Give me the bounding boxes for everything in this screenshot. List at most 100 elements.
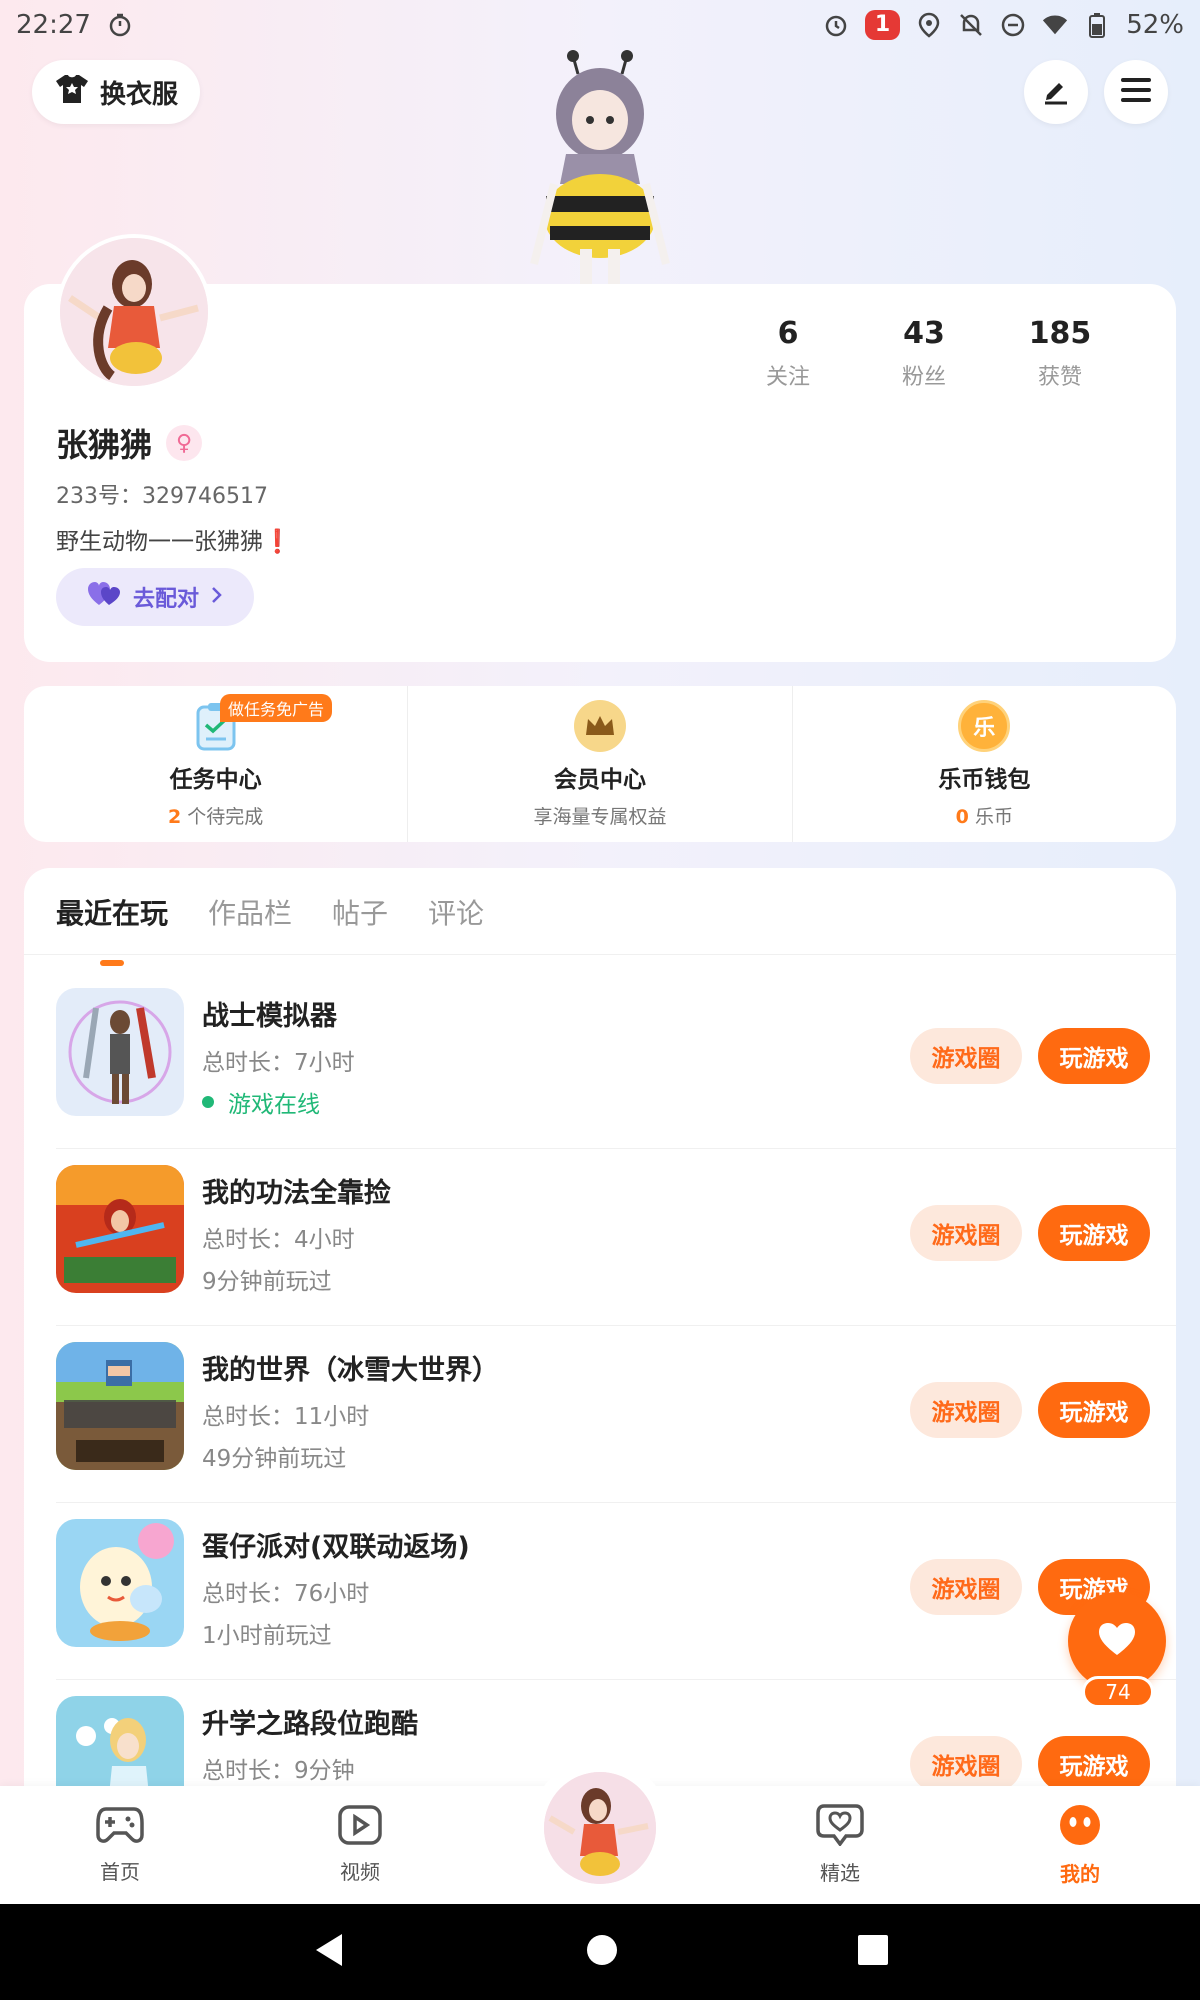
profile-avatar[interactable] [56,234,212,390]
play-game-button[interactable]: 玩游戏 [1038,1736,1150,1792]
match-button[interactable]: 去配对 [56,568,254,626]
stat-likes-value: 185 [1028,316,1092,351]
membership-center[interactable]: 会员中心 享海量专属权益 [407,686,791,842]
game-duration: 总时长：4小时 [202,1227,355,1253]
battery-percent: 52% [1126,10,1184,40]
back-icon[interactable] [312,1932,346,1972]
dnd-icon [1000,12,1026,38]
game-info: 升学之路段位跑酷 总时长：9分钟 [202,1702,418,1785]
outfit-button[interactable]: 换衣服 [32,60,201,124]
nav-video[interactable]: 视频 [240,1786,480,1904]
coin-count: 0 [955,805,969,828]
task-center[interactable]: 做任务免广告 任务中心 2 个待完成 [24,686,407,842]
online-dot-icon [202,1096,214,1108]
profile-tabs: 最近在玩 作品栏 帖子 评论 [56,892,484,932]
task-count: 2 [168,805,182,828]
nav-me[interactable]: 我的 [960,1786,1200,1904]
nav-home-label: 首页 [100,1860,140,1884]
battery-icon [1084,12,1110,38]
stat-following[interactable]: 6 关注 [720,316,856,391]
stat-followers-label: 粉丝 [901,365,946,390]
game-info: 我的世界（冰雪大世界） 总时长：11小时 49分钟前玩过 [202,1348,499,1473]
android-nav-bar [0,1904,1200,2000]
game-name: 蛋仔派对(双联动返场) [202,1532,470,1563]
game-status-text: 游戏在线 [228,1092,320,1118]
outfit-label: 换衣服 [100,79,179,110]
game-circle-button[interactable]: 游戏圈 [910,1205,1022,1261]
stat-following-label: 关注 [765,365,810,390]
task-count-suffix: 个待完成 [181,805,264,828]
membership-title: 会员中心 [553,766,646,793]
wifi-icon [1042,12,1068,38]
game-row[interactable]: 我的世界（冰雪大世界） 总时长：11小时 49分钟前玩过 游戏圈 玩游戏 [56,1326,1176,1503]
game-icon-minecraft[interactable] [56,1342,184,1470]
game-duration: 总时长：11小时 [202,1404,370,1430]
status-bar: 22:27 1 52% [0,0,1200,50]
nav-me-label: 我的 [1060,1862,1100,1886]
tab-recent-play[interactable]: 最近在玩 [56,892,168,932]
stat-likes-label: 获赞 [1037,365,1082,390]
stat-followers[interactable]: 43 粉丝 [856,316,992,391]
tab-works[interactable]: 作品栏 [208,892,292,932]
game-row[interactable]: 蛋仔派对(双联动返场) 总时长：76小时 1小时前玩过 游戏圈 玩游戏 [56,1503,1176,1680]
game-name: 我的世界（冰雪大世界） [202,1355,499,1386]
recents-square-icon[interactable] [858,1935,888,1969]
like-count: 74 [1082,1676,1154,1708]
avatar-character-figure[interactable] [528,44,672,284]
username: 张狒狒 [56,426,153,464]
stat-followers-value: 43 [903,316,945,351]
game-icon-warrior[interactable] [56,988,184,1116]
edit-button[interactable] [1024,60,1088,124]
hamburger-icon [1121,77,1151,107]
game-icon-eggy-party[interactable] [56,1519,184,1647]
game-row[interactable]: 我的功法全靠捡 总时长：4小时 9分钟前玩过 游戏圈 玩游戏 [56,1149,1176,1326]
tab-posts[interactable]: 帖子 [332,892,388,932]
game-info: 蛋仔派对(双联动返场) 总时长：76小时 1小时前玩过 [202,1525,470,1650]
username-row: 张狒狒 ♀ [56,420,203,466]
game-circle-button[interactable]: 游戏圈 [910,1559,1022,1615]
shirt-icon [54,73,90,112]
nav-featured[interactable]: 精选 [720,1786,960,1904]
game-name: 战士模拟器 [202,1001,337,1032]
wallet-title: 乐币钱包 [938,766,1031,793]
game-status: 1小时前玩过 [202,1623,332,1649]
membership-sub: 享海量专属权益 [533,805,667,828]
game-circle-button[interactable]: 游戏圈 [910,1736,1022,1792]
game-info: 战士模拟器 总时长：7小时 游戏在线 [202,994,355,1119]
coin-wallet[interactable]: 乐 乐币钱包 0 乐币 [791,686,1176,842]
female-icon: ♀ [166,425,203,461]
user-id: 233号：329746517 [56,484,268,509]
game-circle-button[interactable]: 游戏圈 [910,1028,1022,1084]
game-status: 游戏在线 [202,1085,355,1119]
coin-icon-text: 乐 [973,715,996,741]
game-name: 升学之路段位跑酷 [202,1709,418,1740]
game-icon-kungfu[interactable] [56,1165,184,1293]
status-time: 22:27 [16,10,91,40]
home-circle-icon[interactable] [586,1934,618,1970]
game-circle-button[interactable]: 游戏圈 [910,1382,1022,1438]
crown-icon [573,699,626,752]
smile-icon [1058,1803,1102,1852]
user-bio: 野生动物一一张狒狒❗ [56,529,292,555]
chevron-right-icon [211,585,223,610]
game-status: 49分钟前玩过 [202,1446,347,1472]
menu-button[interactable] [1104,60,1168,124]
nav-home[interactable]: 首页 [0,1786,240,1904]
tab-comments[interactable]: 评论 [428,892,484,932]
gamepad-icon [96,1805,144,1850]
stat-likes[interactable]: 185 获赞 [992,316,1128,391]
play-game-button[interactable]: 玩游戏 [1038,1028,1150,1084]
game-list: 战士模拟器 总时长：7小时 游戏在线 游戏圈 玩游戏 我的功法全靠捡 总时长：4… [56,972,1176,1857]
notification-badge: 1 [864,10,901,40]
stat-following-value: 6 [777,316,799,351]
game-name: 我的功法全靠捡 [202,1178,391,1209]
center-avatar [544,1772,656,1884]
play-game-button[interactable]: 玩游戏 [1038,1382,1150,1438]
play-game-button[interactable]: 玩游戏 [1038,1205,1150,1261]
game-duration: 总时长：76小时 [202,1581,370,1607]
nav-center-avatar-button[interactable] [530,1758,670,1898]
game-row[interactable]: 战士模拟器 总时长：7小时 游戏在线 游戏圈 玩游戏 [56,972,1176,1149]
game-status: 9分钟前玩过 [202,1269,332,1295]
hearts-icon [87,581,121,613]
task-center-sub: 2 个待完成 [168,802,263,829]
